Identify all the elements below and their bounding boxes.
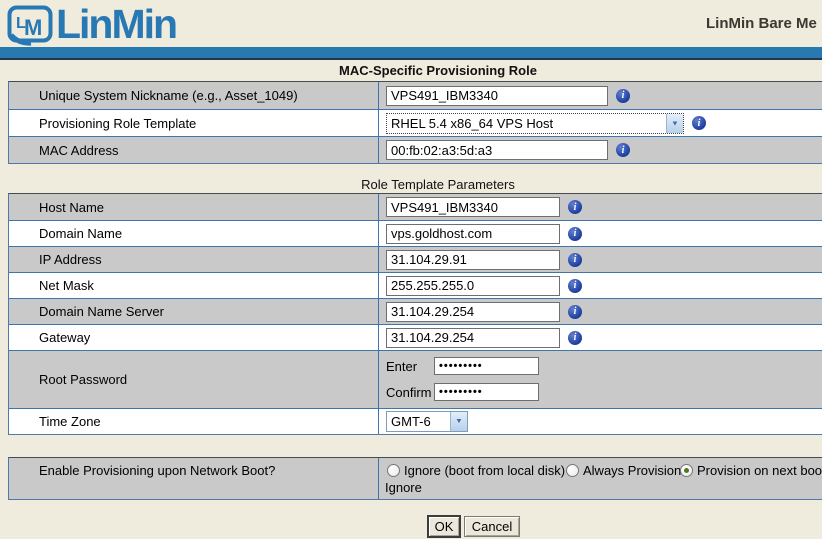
gateway-input[interactable] (386, 328, 560, 348)
cancel-button[interactable]: Cancel (464, 516, 520, 537)
role-template-parameters-table: Host Name Domain Name IP Address Net Mas… (8, 193, 822, 435)
radio-selected-dot (684, 468, 689, 473)
nickname-label: Unique System Nickname (e.g., Asset_1049… (39, 82, 298, 109)
chevron-down-icon[interactable] (450, 412, 467, 431)
root-password-enter-field[interactable] (434, 357, 539, 375)
table-row: MAC Address (9, 136, 822, 163)
linmin-provisioning-page: L M LinMin LinMin Bare Me MAC-Specific P… (0, 0, 822, 539)
column-divider (378, 194, 379, 434)
time-zone-label: Time Zone (39, 409, 101, 434)
selected-time-zone: GMT-6 (387, 414, 450, 429)
nickname-input[interactable] (386, 86, 608, 106)
mac-address-input[interactable] (386, 140, 608, 160)
table-row: Time Zone GMT-6 (9, 408, 822, 434)
gateway-label: Gateway (39, 325, 90, 350)
section-title-mac-specific: MAC-Specific Provisioning Role (8, 63, 822, 78)
table-row: Net Mask (9, 272, 822, 298)
root-password-confirm-field[interactable] (434, 383, 539, 401)
radio-always-provision[interactable] (566, 464, 579, 477)
ok-button[interactable]: OK (428, 516, 460, 537)
network-boot-table: Enable Provisioning upon Network Boot? I… (8, 457, 822, 500)
logo-wordmark: LinMin (56, 3, 176, 45)
enable-provisioning-label: Enable Provisioning upon Network Boot? (39, 458, 275, 499)
table-row: Provisioning Role Template RHEL 5.4 x86_… (9, 109, 822, 136)
boot-status-text: Ignore (385, 480, 422, 495)
domain-name-label: Domain Name (39, 221, 122, 246)
role-template-label: Provisioning Role Template (39, 110, 196, 136)
radio-always-provision-label[interactable]: Always Provision (583, 463, 681, 478)
net-mask-input[interactable] (386, 276, 560, 296)
dns-label: Domain Name Server (39, 299, 164, 324)
table-row: Domain Name (9, 220, 822, 246)
info-icon[interactable] (568, 305, 582, 319)
mac-provisioning-table: Unique System Nickname (e.g., Asset_1049… (8, 81, 822, 164)
domain-name-input[interactable] (386, 224, 560, 244)
info-icon[interactable] (616, 143, 630, 157)
table-row: Root Password Enter Confirm (9, 350, 822, 408)
time-zone-select[interactable]: GMT-6 (386, 411, 468, 432)
host-name-label: Host Name (39, 194, 104, 220)
radio-ignore-label[interactable]: Ignore (boot from local disk) (404, 463, 565, 478)
table-row: Host Name (9, 194, 822, 220)
section-title-role-template-parameters: Role Template Parameters (8, 177, 822, 192)
dns-input[interactable] (386, 302, 560, 322)
header-accent-bar (0, 47, 822, 60)
selected-role-template: RHEL 5.4 x86_64 VPS Host (387, 116, 666, 131)
info-icon[interactable] (568, 227, 582, 241)
linmin-logo: L M LinMin (7, 3, 176, 46)
table-row: Domain Name Server (9, 298, 822, 324)
column-divider (378, 458, 379, 499)
radio-provision-next-boot[interactable] (680, 464, 693, 477)
radio-ignore[interactable] (387, 464, 400, 477)
mac-address-label: MAC Address (39, 137, 118, 163)
table-row: Gateway (9, 324, 822, 350)
info-icon[interactable] (616, 89, 630, 103)
info-icon[interactable] (568, 331, 582, 345)
net-mask-label: Net Mask (39, 273, 94, 298)
root-password-label: Root Password (39, 351, 127, 408)
password-enter-label: Enter (386, 359, 434, 374)
info-icon[interactable] (568, 253, 582, 267)
info-icon[interactable] (568, 200, 582, 214)
radio-provision-next-boot-label[interactable]: Provision on next boot (697, 463, 822, 478)
linmin-logo-icon: L M (7, 5, 53, 46)
column-divider (378, 82, 379, 163)
host-name-input[interactable] (386, 197, 560, 217)
ip-address-input[interactable] (386, 250, 560, 270)
provisioning-role-template-select[interactable]: RHEL 5.4 x86_64 VPS Host (386, 113, 684, 134)
info-icon[interactable] (692, 116, 706, 130)
info-icon[interactable] (568, 279, 582, 293)
ip-address-label: IP Address (39, 247, 102, 272)
table-row: IP Address (9, 246, 822, 272)
svg-text:M: M (24, 15, 42, 40)
page-title: LinMin Bare Me (706, 15, 817, 32)
chevron-down-icon[interactable] (666, 114, 683, 133)
table-row: Enable Provisioning upon Network Boot? I… (9, 458, 822, 499)
table-row: Unique System Nickname (e.g., Asset_1049… (9, 82, 822, 109)
password-confirm-label: Confirm (386, 385, 434, 400)
